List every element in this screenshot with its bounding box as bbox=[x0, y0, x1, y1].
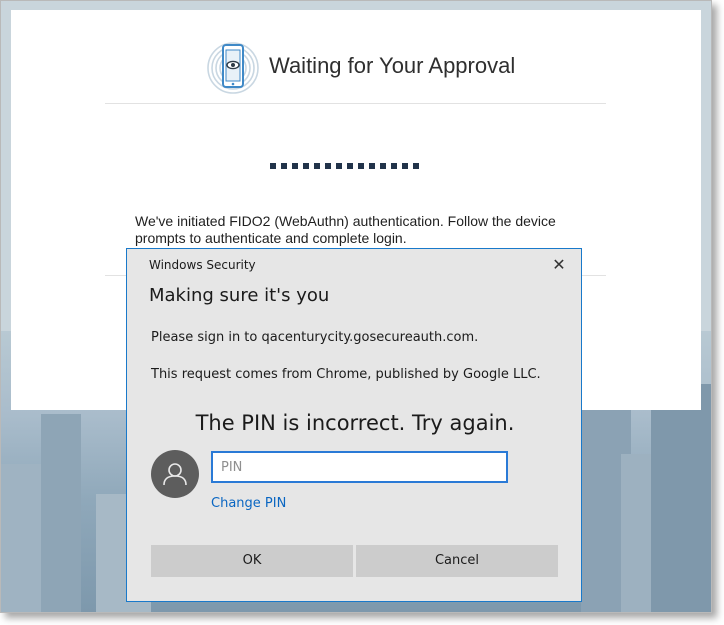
signin-text: Please sign in to qacenturycity.gosecure… bbox=[151, 330, 479, 345]
loading-dot bbox=[325, 163, 331, 169]
card-header: Waiting for Your Approval bbox=[105, 36, 606, 104]
loading-dot bbox=[347, 163, 353, 169]
phone-fingerprint-eye-icon bbox=[207, 42, 259, 94]
avatar bbox=[151, 450, 199, 498]
loading-dot bbox=[391, 163, 397, 169]
loading-dot bbox=[281, 163, 287, 169]
loading-dot bbox=[380, 163, 386, 169]
loading-dot bbox=[336, 163, 342, 169]
loading-dot bbox=[270, 163, 276, 169]
request-source-text: This request comes from Chrome, publishe… bbox=[151, 367, 541, 382]
page-title: Waiting for Your Approval bbox=[269, 53, 516, 78]
loading-dot bbox=[369, 163, 375, 169]
authentication-message: We've initiated FIDO2 (WebAuthn) authent… bbox=[135, 213, 556, 246]
loading-dot bbox=[402, 163, 408, 169]
pin-error-message: The PIN is incorrect. Try again. bbox=[195, 411, 515, 435]
cancel-button[interactable]: Cancel bbox=[356, 545, 558, 577]
loading-dot bbox=[303, 163, 309, 169]
ok-button[interactable]: OK bbox=[151, 545, 353, 577]
user-silhouette-icon bbox=[163, 463, 187, 486]
dialog-heading: Making sure it's you bbox=[149, 285, 330, 306]
dialog-app-title: Windows Security bbox=[149, 258, 256, 272]
loading-dot bbox=[358, 163, 364, 169]
loading-indicator bbox=[270, 163, 419, 169]
loading-dot bbox=[314, 163, 320, 169]
windows-security-dialog: Windows Security ✕ Making sure it's you … bbox=[126, 248, 582, 602]
close-icon[interactable]: ✕ bbox=[547, 255, 571, 277]
loading-dot bbox=[413, 163, 419, 169]
loading-dot bbox=[292, 163, 298, 169]
screenshot-frame: Waiting for Your Approval We've initiate… bbox=[0, 0, 712, 613]
pin-input[interactable] bbox=[211, 451, 508, 483]
change-pin-link[interactable]: Change PIN bbox=[211, 496, 286, 511]
